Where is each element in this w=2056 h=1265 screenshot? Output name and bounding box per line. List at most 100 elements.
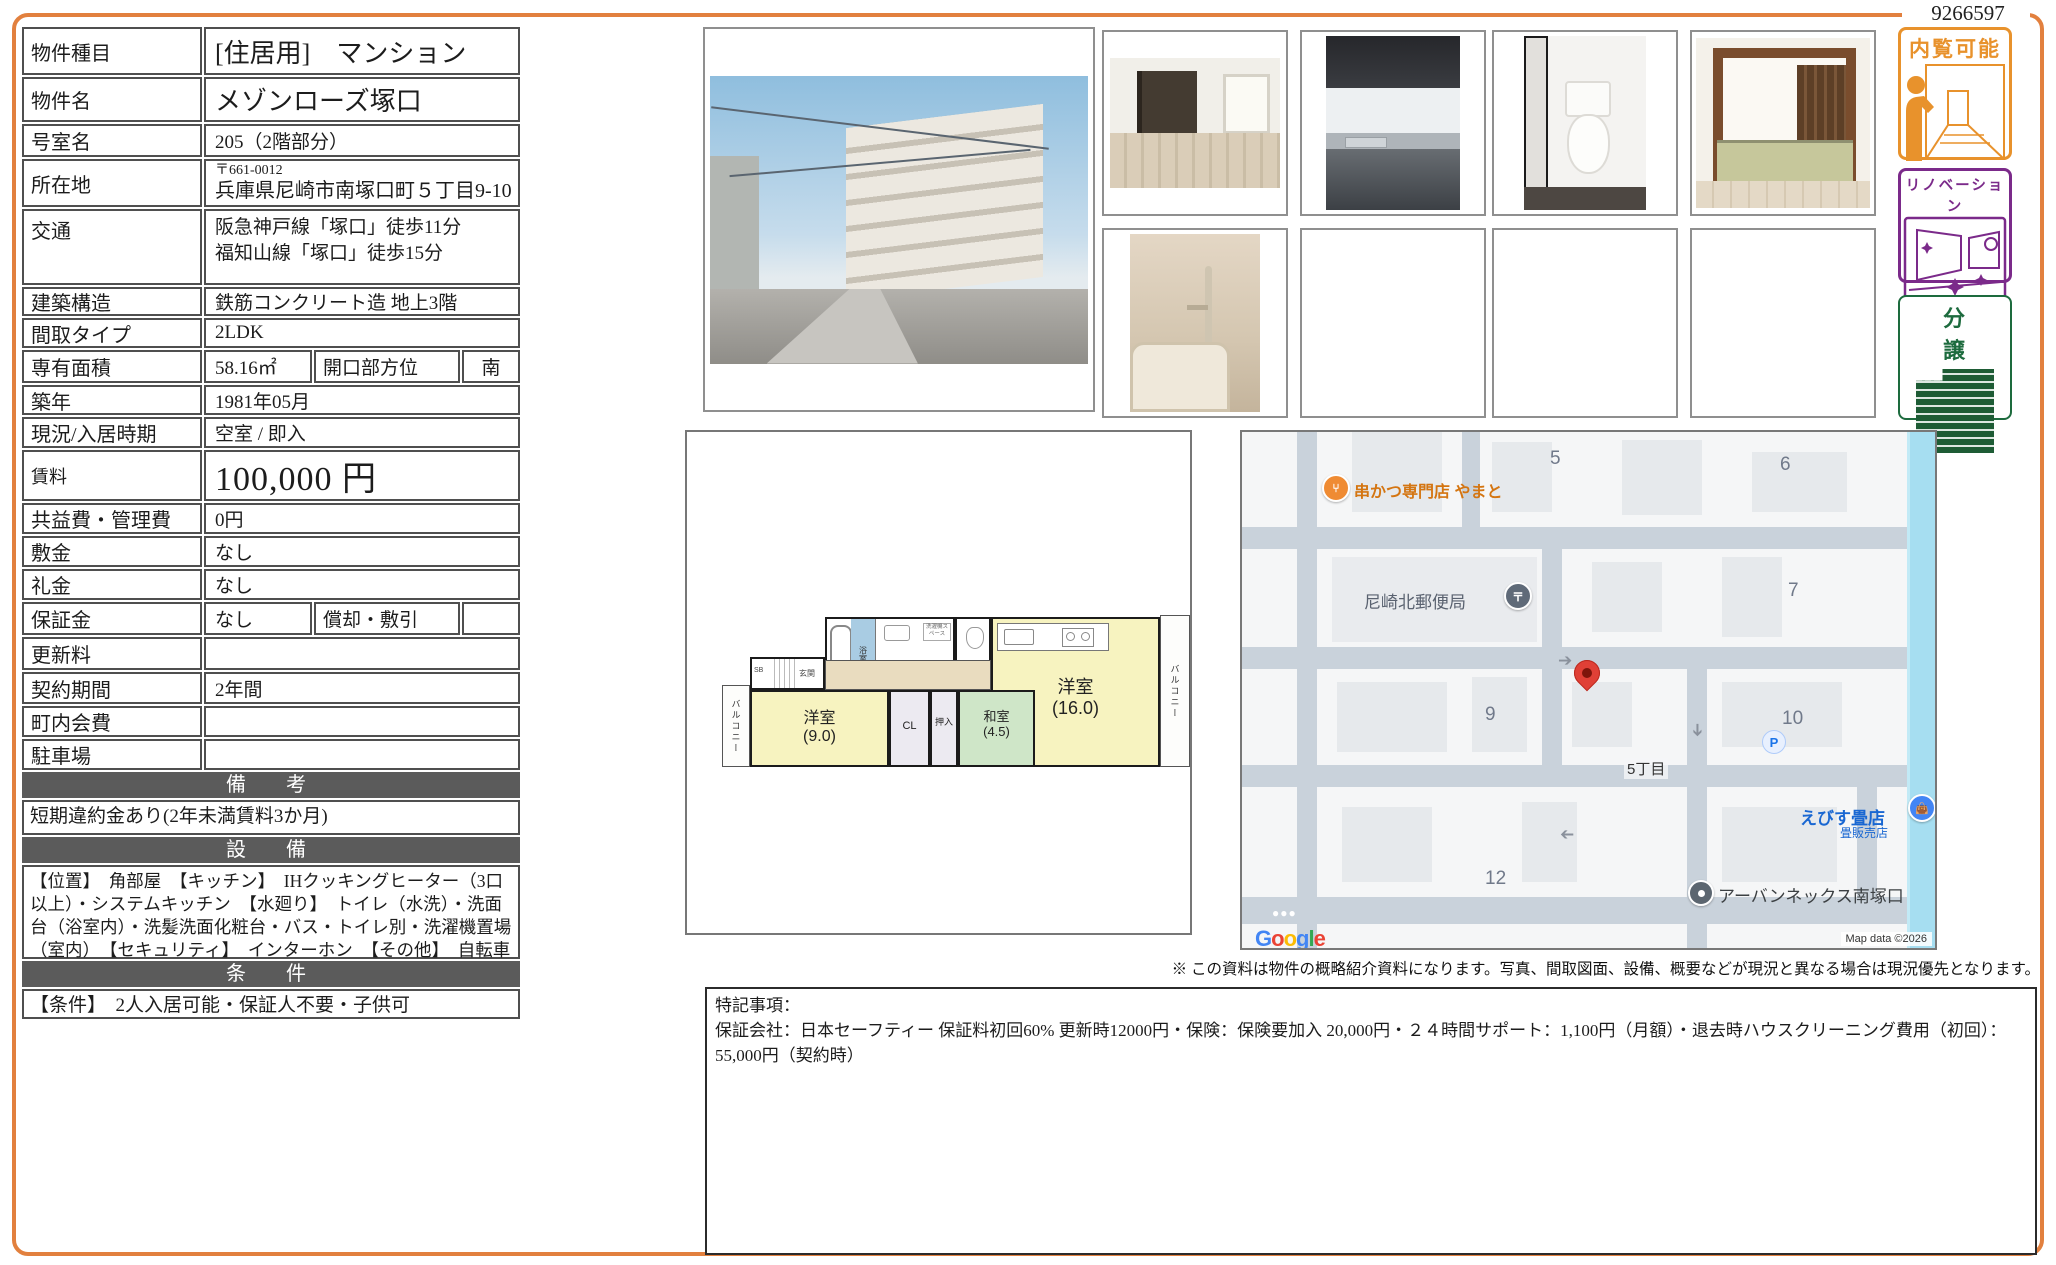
map-building xyxy=(1722,557,1782,637)
sink-icon xyxy=(884,625,910,641)
road xyxy=(1297,432,1317,950)
building-poi-label[interactable]: アーバンネックス南塚口 xyxy=(1718,882,1904,907)
row-label: 駐車場 xyxy=(22,739,202,770)
row-label: 契約期間 xyxy=(22,672,202,704)
google-logo[interactable]: Google xyxy=(1255,926,1325,950)
hallway xyxy=(825,660,991,690)
photo-kitchen xyxy=(1326,36,1460,210)
row-label: 物件名 xyxy=(22,77,202,122)
road xyxy=(1242,527,1937,549)
row-label: 間取タイプ xyxy=(22,318,202,348)
row-value: 205（2階部分） xyxy=(204,124,520,157)
store-icon[interactable]: 👜 xyxy=(1908,794,1936,822)
disclaimer-text: ※ この資料は物件の概略紹介資料になります。写真、間取図面、設備、概要などが現況… xyxy=(900,957,2040,979)
table-row: 町内会費 xyxy=(22,706,520,737)
block-number: 6 xyxy=(1780,454,1791,476)
post-office-label[interactable]: 尼崎北郵便局 xyxy=(1364,588,1466,613)
row-label: 賃料 xyxy=(22,450,202,501)
row-label: 敷金 xyxy=(22,536,202,567)
japanese-room: 和室 (4.5) xyxy=(958,690,1035,767)
row-value: 2年間 xyxy=(204,672,520,704)
crossing-dots: ●●● xyxy=(1272,906,1297,920)
property-sheet: 9266597 物件種目 [住居用] マンション 物件名 メゾンローズ塚口 号室… xyxy=(0,0,2056,1265)
photo-exterior-frame xyxy=(703,27,1095,412)
shoebox-label: SB xyxy=(754,667,763,674)
closet-cl: CL xyxy=(889,690,930,767)
sub-label: 償却・敷引 xyxy=(314,602,460,635)
rent-value: 100,000 円 xyxy=(204,450,520,501)
wood-closet xyxy=(1797,65,1846,140)
renovated-room-illustration xyxy=(1903,216,2007,304)
row-label: 号室名 xyxy=(22,124,202,157)
map-embed[interactable]: 5 6 7 9 10 12 5丁目 ⑂ 串かつ専門店 やまと 尼崎北郵便局 〒 … xyxy=(1240,430,1937,950)
table-row: 共益費・管理費 0円 xyxy=(22,503,520,534)
row-label: 交通 xyxy=(22,209,202,285)
table-row: 交通 阪急神戸線「塚口」徒歩11分 福知山線「塚口」徒歩15分 xyxy=(22,209,520,285)
western-room-9: 洋室 (9.0) xyxy=(750,690,889,767)
oshiire-label: 押入 xyxy=(932,717,956,727)
row-label: 所在地 xyxy=(22,159,202,207)
row-value: なし xyxy=(204,569,520,600)
photo-japanese-room xyxy=(1696,38,1870,208)
one-way-arrow-down: ➔ xyxy=(1687,723,1707,737)
one-way-arrow-left: ➔ xyxy=(1560,824,1574,844)
photo-tatami-frame xyxy=(1690,30,1876,216)
building-poi-icon[interactable] xyxy=(1688,880,1714,906)
range-hood xyxy=(1326,36,1460,88)
table-row: 間取タイプ 2LDK xyxy=(22,318,520,348)
row-label: 更新料 xyxy=(22,637,202,670)
restaurant-poi-label[interactable]: 串かつ専門店 やまと xyxy=(1354,478,1502,502)
table-row: 号室名 205（2階部分） xyxy=(22,124,520,157)
photo-bathroom xyxy=(1130,234,1260,412)
block-number: 5 xyxy=(1550,448,1561,470)
kitchen-counter xyxy=(997,623,1109,651)
row-label: 建築構造 xyxy=(22,287,202,316)
window xyxy=(1223,74,1270,135)
row-value: [住居用] マンション xyxy=(204,27,520,75)
row-value xyxy=(204,706,520,737)
badge-bunjo: 分 譲 xyxy=(1898,295,2012,420)
parking-icon[interactable]: P xyxy=(1762,730,1786,754)
restaurant-icon[interactable]: ⑂ xyxy=(1322,474,1350,502)
transit-line-1: 阪急神戸線「塚口」徒歩11分 xyxy=(215,215,461,241)
map-building xyxy=(1342,807,1432,882)
stove-icon xyxy=(1062,628,1094,647)
row-value: なし xyxy=(204,536,520,567)
river xyxy=(1907,432,1936,950)
road xyxy=(1242,765,1937,787)
table-row: 更新料 xyxy=(22,637,520,670)
table-row: 築年 1981年05月 xyxy=(22,385,520,415)
sub-label: 開口部方位 xyxy=(314,350,460,383)
one-way-arrow-right: ➔ xyxy=(1558,651,1572,671)
sub-value xyxy=(462,602,520,635)
photo-kitchen-frame xyxy=(1300,30,1486,216)
row-value: 阪急神戸線「塚口」徒歩11分 福知山線「塚口」徒歩15分 xyxy=(204,209,520,285)
badge-label: リノベーション xyxy=(1901,174,2009,216)
toilet-icon xyxy=(966,627,984,649)
laundry-space: 洗濯機スペース xyxy=(923,623,951,641)
photo-living-room xyxy=(1110,58,1280,188)
map-building xyxy=(1752,452,1847,512)
row-value: メゾンローズ塚口 xyxy=(204,77,520,122)
parking-label: P xyxy=(1770,735,1779,750)
tatami-mat xyxy=(1717,140,1853,180)
remarks-text: 短期違約金あり(2年未満賃料3か月) xyxy=(22,800,520,835)
table-row: 礼金 なし xyxy=(22,569,520,600)
toilet-bowl xyxy=(1567,114,1610,174)
post-office-icon[interactable]: 〒 xyxy=(1504,582,1532,610)
sub-value: 南 xyxy=(462,350,520,383)
table-row-rent: 賃料 100,000 円 xyxy=(22,450,520,501)
row-value xyxy=(204,637,520,670)
shower-bar xyxy=(1187,305,1208,310)
badge-label: 内覧可能 xyxy=(1901,33,2009,63)
block-number: 7 xyxy=(1788,580,1799,602)
row-value: 空室 / 即入 xyxy=(204,417,520,448)
photo-exterior xyxy=(710,76,1088,364)
row-label: 現況/入居時期 xyxy=(22,417,202,448)
block-number: 10 xyxy=(1782,708,1803,730)
listing-id: 9266597 xyxy=(1908,1,2028,26)
wall xyxy=(1524,36,1548,210)
entrance-label: 玄関 xyxy=(799,668,815,679)
row-label: 共益費・管理費 xyxy=(22,503,202,534)
table-row: 所在地 〒661-0012 兵庫県尼崎市南塚口町５丁目9-10 xyxy=(22,159,520,207)
